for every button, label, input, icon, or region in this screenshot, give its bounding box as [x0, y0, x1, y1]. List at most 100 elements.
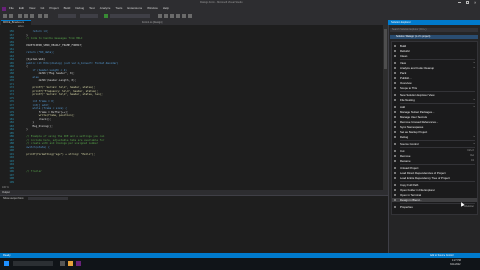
submenu-arrow-icon: ▸ — [473, 66, 475, 69]
output-panel[interactable]: Show output from: — [0, 195, 388, 244]
scrollbar-thumb[interactable] — [384, 29, 387, 69]
menu-item-rebuild[interactable]: Rebuild — [392, 49, 477, 53]
menu-item-load-entire-dependency-tree-of-project[interactable]: Load Entire Dependency Tree of Project — [392, 176, 477, 180]
submenu-arrow-icon: ▸ — [473, 98, 475, 101]
menu-item-design-in-blend[interactable]: Design in Blend... — [392, 198, 477, 202]
solution-search-input[interactable]: Search Solution Explorer (Ctrl+;) — [390, 28, 478, 32]
menu-item-copy-full-path[interactable]: Copy Full Path — [392, 183, 477, 187]
menu-item-label: Source Control — [400, 142, 419, 146]
menu-item-icon — [394, 67, 396, 69]
menu-item-load-direct-dependencies-of-project[interactable]: Load Direct Dependencies of Project — [392, 171, 477, 175]
menu-file[interactable]: File — [9, 6, 14, 10]
menu-analyze[interactable]: Analyze — [100, 6, 111, 10]
menu-item-overview[interactable]: Overview — [392, 81, 477, 85]
menu-item-pack[interactable]: Pack — [392, 71, 477, 75]
menu-item-remove-unused-references[interactable]: Remove Unused References... — [392, 120, 477, 124]
output-source-dropdown[interactable] — [28, 197, 68, 200]
menu-item-publish[interactable]: Publish... — [392, 76, 477, 80]
redo-icon[interactable] — [44, 14, 48, 18]
menu-item-remove[interactable]: Remove Del — [392, 154, 477, 158]
new-file-icon[interactable] — [18, 14, 22, 18]
debug-target-dropdown[interactable] — [110, 14, 150, 18]
undo-icon[interactable] — [38, 14, 42, 18]
menu-item-unload-project[interactable]: Unload Project — [392, 166, 477, 170]
menu-item-label: Load Direct Dependencies of Project — [400, 171, 446, 175]
menu-item-build[interactable]: Build — [392, 44, 477, 48]
menu-item-icon — [394, 143, 396, 145]
code-line: public int Hdlc(dialog) (out var m_Conve… — [20, 61, 119, 65]
menu-item-view[interactable]: View ▸ — [392, 61, 477, 65]
menu-separator — [400, 59, 475, 60]
menu-separator — [400, 103, 475, 104]
code-line: mkHdr(header.Length, 0); — [20, 79, 77, 82]
menu-tools[interactable]: Tools — [115, 6, 122, 10]
menu-item-icon — [394, 194, 396, 196]
menu-item-sync-namespaces[interactable]: Sync Namespaces — [392, 125, 477, 129]
minimize-icon[interactable] — [458, 2, 461, 3]
menu-git[interactable]: Git — [40, 6, 44, 10]
menu-item-label: Design in Blend... — [400, 198, 422, 202]
menu-item-icon — [394, 121, 396, 123]
menu-project[interactable]: Project — [49, 6, 58, 10]
menu-separator — [400, 164, 475, 165]
menu-item-scope-to-this[interactable]: Scope to This — [392, 86, 477, 90]
menu-separator — [400, 91, 475, 92]
open-icon[interactable] — [24, 14, 28, 18]
menu-item-new-solution-explorer-view[interactable]: New Solution Explorer View — [392, 93, 477, 97]
menu-item-analyze-and-code-cleanup[interactable]: Analyze and Code Cleanup ▸ — [392, 66, 477, 70]
code-line: switch(state) { — [20, 145, 50, 149]
config-dropdown[interactable] — [58, 14, 76, 18]
maximize-icon[interactable] — [466, 1, 469, 4]
forward-icon[interactable] — [9, 14, 13, 18]
menu-extensions[interactable]: Extensions — [127, 6, 142, 10]
menu-item-label: View — [400, 61, 407, 65]
taskbar-app-icon[interactable] — [60, 261, 65, 266]
menu-item-set-as-startup-project[interactable]: Set as Startup Project — [392, 130, 477, 134]
solution-root[interactable]: Solution 'Dialogs' (1 of 1 project) — [396, 35, 430, 39]
toolbar-tool-icon[interactable] — [188, 14, 192, 18]
toolbar-tool-icon[interactable] — [170, 14, 174, 18]
menu-item-add[interactable]: Add ▸ — [392, 105, 477, 109]
menu-item-icon — [394, 206, 396, 208]
menu-item-rename[interactable]: Rename F2 — [392, 159, 477, 163]
menu-item-open-folder-in-file-explorer[interactable]: Open Folder in File Explorer — [392, 188, 477, 192]
menu-help[interactable]: Help — [163, 6, 169, 10]
toolbar-tool-icon[interactable] — [176, 14, 180, 18]
menu-item-label: Debug — [400, 135, 409, 139]
menu-item-manage-nuget-packages[interactable]: Manage NuGet Packages... — [392, 110, 477, 114]
menu-item-debug[interactable]: Debug ▸ — [392, 135, 477, 139]
start-menu-icon[interactable] — [4, 261, 9, 266]
menu-item-label: Sync Namespaces — [400, 125, 424, 129]
back-icon[interactable] — [3, 14, 7, 18]
menu-item-source-control[interactable]: Source Control ▸ — [392, 142, 477, 146]
save-icon[interactable] — [30, 14, 34, 18]
menu-edit[interactable]: Edit — [19, 6, 24, 10]
menu-item-cut[interactable]: Cut Ctrl+X — [392, 149, 477, 153]
menu-item-manage-user-secrets[interactable]: Manage User Secrets — [392, 115, 477, 119]
menu-item-icon — [394, 172, 396, 174]
menu-build[interactable]: Build — [64, 6, 71, 10]
toolbar-tool-icon[interactable] — [182, 14, 186, 18]
menu-item-icon — [394, 82, 396, 84]
menu-item-open-in-terminal[interactable]: Open in Terminal — [392, 193, 477, 197]
menu-window[interactable]: Window — [147, 6, 158, 10]
menu-item-label: Remove — [400, 154, 411, 158]
platform-dropdown[interactable] — [80, 14, 98, 18]
visual-studio-icon[interactable] — [76, 261, 81, 266]
menu-item-label: Publish... — [400, 76, 412, 80]
menu-item-label: Unload Project — [400, 166, 419, 170]
menu-item-file-nesting[interactable]: File Nesting ▸ — [392, 98, 477, 102]
menu-item-clean[interactable]: Clean — [392, 54, 477, 58]
start-icon[interactable] — [104, 14, 108, 18]
menu-item-label: New Solution Explorer View — [400, 93, 435, 97]
toolbar-tool-icon[interactable] — [158, 14, 162, 18]
menu-view[interactable]: View — [29, 6, 35, 10]
toolbar-tool-icon[interactable] — [164, 14, 168, 18]
menu-debug[interactable]: Debug — [75, 6, 84, 10]
menu-item-properties[interactable]: Properties Alt+Enter — [392, 205, 477, 209]
taskbar-search[interactable] — [13, 261, 53, 266]
menu-separator — [400, 140, 475, 141]
solution-explorer-header: Solution Explorer — [388, 20, 480, 25]
menu-test[interactable]: Test — [89, 6, 95, 10]
file-explorer-icon[interactable] — [68, 261, 73, 266]
